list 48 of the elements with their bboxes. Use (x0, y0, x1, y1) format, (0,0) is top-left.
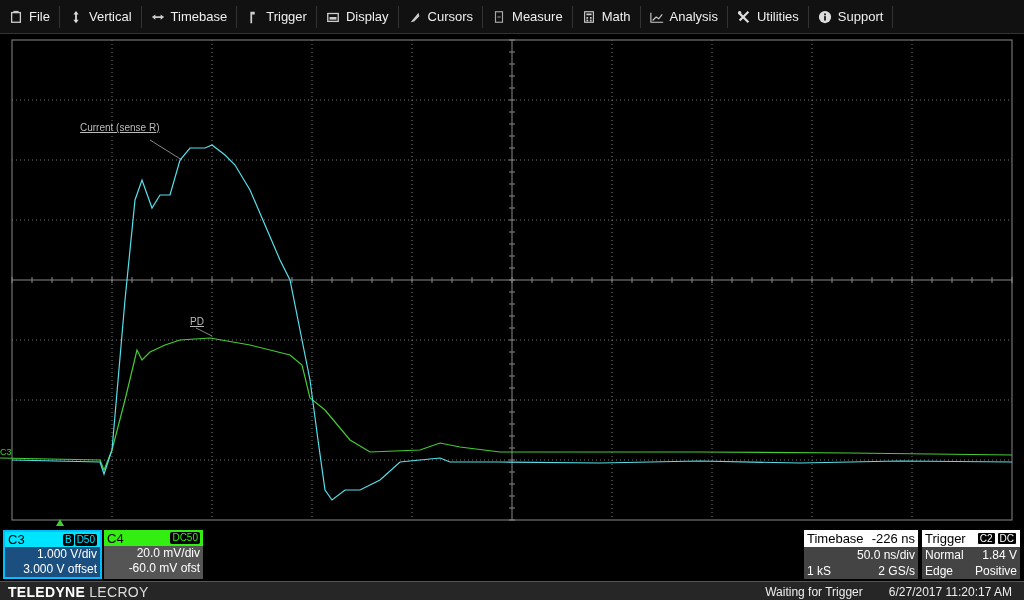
trigger-mode: Normal (925, 547, 964, 563)
date-time: 6/27/2017 11:20:17 AM (888, 584, 1012, 599)
trace-label: PD (190, 316, 204, 327)
sample-rate: 2 GS/s (878, 563, 915, 579)
timebase-title: Timebase (807, 531, 864, 546)
channel-name: C3 (8, 532, 25, 547)
trigger-title: Trigger (925, 531, 966, 546)
coupling-badge: D50 (74, 533, 97, 546)
menu-item[interactable]: Analysis (640, 5, 728, 28)
menu-item[interactable]: Display (316, 5, 399, 28)
sample-count: 1 kS (807, 563, 831, 579)
trace-label: Current (sense R) (80, 122, 160, 133)
menu-item[interactable]: Utilities (727, 5, 809, 28)
leader-line (195, 327, 213, 337)
channel-name: C4 (107, 530, 124, 546)
menu-item[interactable]: Measure (483, 5, 573, 28)
menu-item[interactable]: Cursors (398, 5, 484, 28)
menu-item[interactable]: File (0, 5, 60, 28)
status-text: Waiting for Trigger (765, 584, 863, 599)
trigger-slope: Positive (974, 563, 1017, 579)
vertical-offset: 3.000 V offset (22, 562, 98, 577)
channel-descriptor[interactable]: C4 DC50 20.0 mV/div -60.0 mV ofst (104, 530, 203, 579)
tools-icon (736, 9, 751, 24)
menu-item[interactable]: Timebase (141, 5, 238, 28)
trigger-marker-icon (56, 519, 64, 526)
vertical-scale: 20.0 mV/div (135, 546, 201, 561)
leader-line (149, 139, 183, 161)
timebase-descriptor[interactable]: Timebase -226 ns 50.0 ns/div 1 kS 2 GS/s (804, 530, 918, 579)
menu-item[interactable]: Trigger (237, 5, 317, 28)
vertical-scale: 1.000 V/div (35, 547, 98, 562)
trigger-type: Edge (925, 563, 954, 579)
menu-item[interactable]: Vertical (59, 5, 142, 28)
menu-item[interactable]: Support (808, 5, 894, 28)
ground-marker: C3 (0, 447, 12, 457)
vertical-offset: -60.0 mV ofst (127, 561, 201, 576)
timebase-delay: -226 ns (871, 531, 915, 546)
time-per-div: 50.0 ns/div (856, 547, 915, 563)
calculator-icon (581, 9, 596, 24)
trigger-badge: C2 (976, 532, 996, 545)
brand-logo: TELEDYNE LECROY (8, 583, 149, 600)
info-icon (817, 9, 832, 24)
menu-item[interactable]: Math (572, 5, 641, 28)
channel-descriptor[interactable]: C3 B D50 1.000 V/div 3.000 V offset (3, 530, 102, 579)
coupling-badge: B (62, 533, 74, 546)
trigger-badge: DC (996, 532, 1017, 545)
trigger-level: 1.84 V (982, 547, 1017, 563)
trigger-descriptor[interactable]: Trigger C2 DC Normal 1.84 V Edge Positive (922, 530, 1020, 579)
coupling-badge: DC50 (170, 532, 200, 544)
